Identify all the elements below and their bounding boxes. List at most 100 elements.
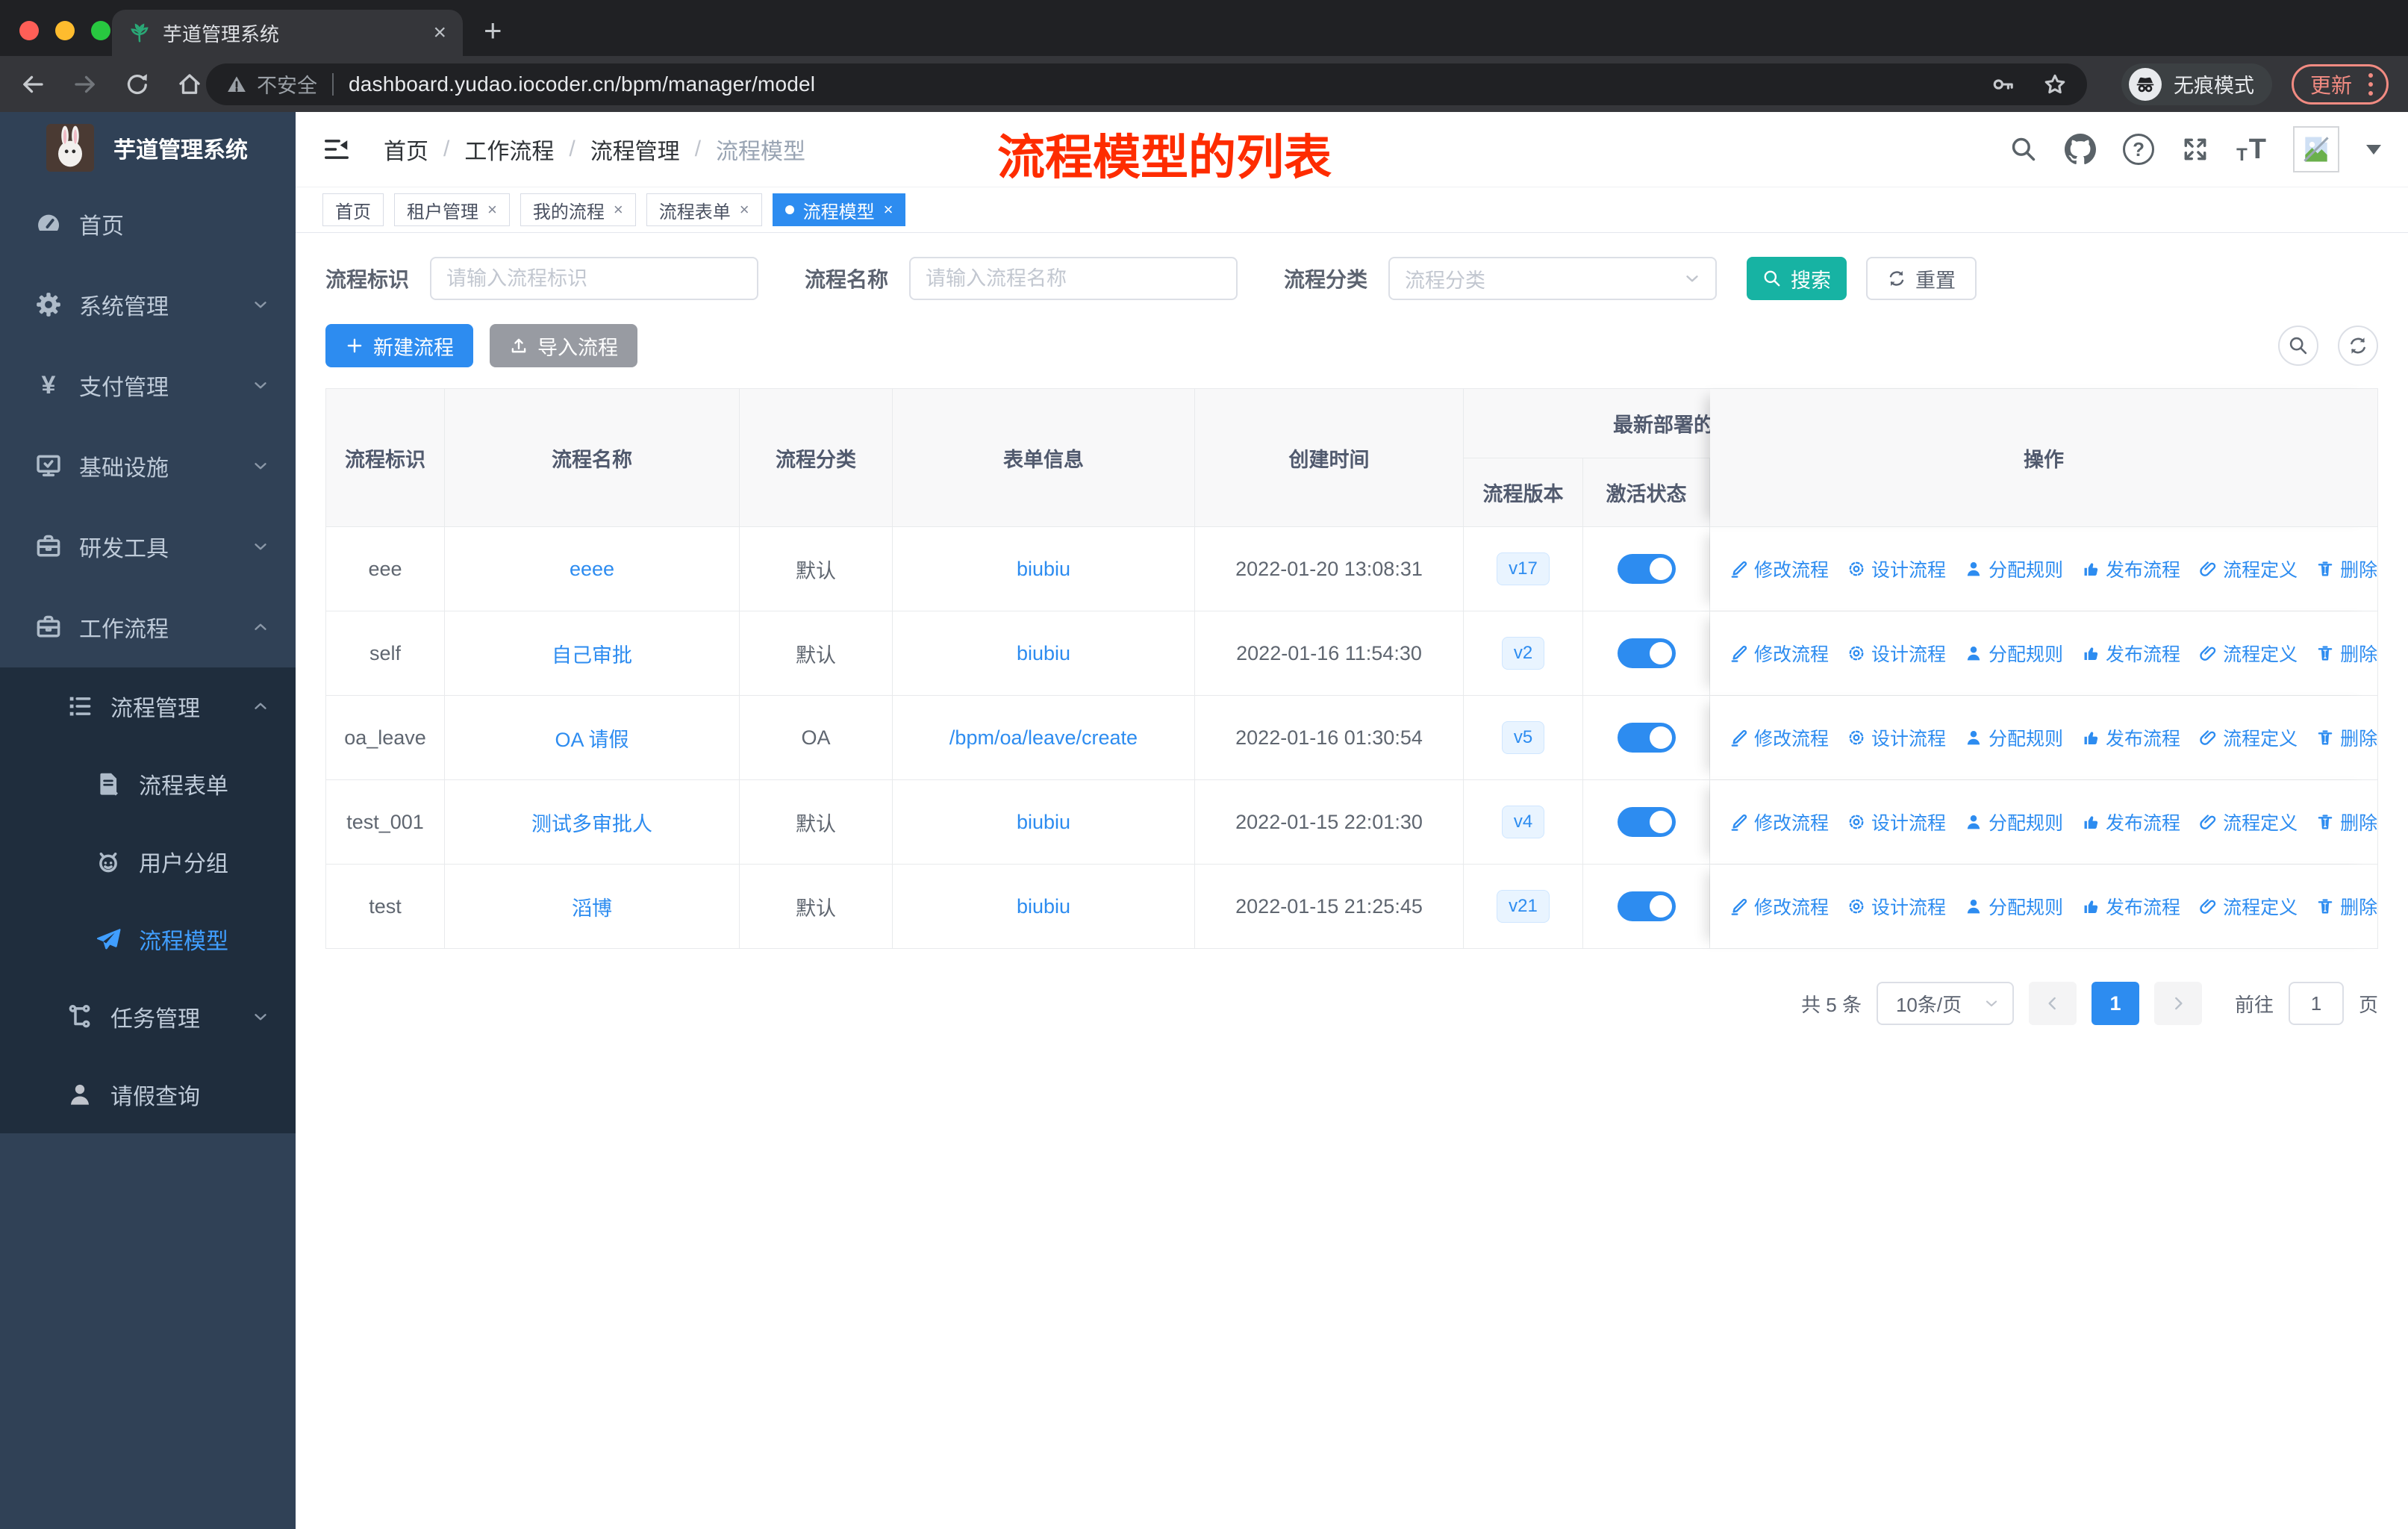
import-process-button[interactable]: 导入流程 (490, 324, 637, 367)
url-bar[interactable]: 不安全 dashboard.yudao.iocoder.cn/bpm/manag… (206, 63, 2087, 105)
modify-process-link[interactable]: 修改流程 (1729, 724, 1829, 751)
process-definition-link[interactable]: 流程定义 (2198, 809, 2298, 835)
close-icon[interactable]: × (884, 200, 893, 219)
assign-rule-link[interactable]: 分配规则 (1964, 809, 2063, 835)
avatar-caret-icon[interactable] (2366, 144, 2381, 155)
prev-page-button[interactable] (2028, 982, 2077, 1025)
design-process-link[interactable]: 设计流程 (1847, 640, 1946, 667)
search-button[interactable]: 搜索 (1747, 257, 1847, 300)
bookmark-star-icon[interactable] (2042, 72, 2068, 97)
github-icon[interactable] (2065, 134, 2096, 165)
reset-button[interactable]: 重置 (1866, 257, 1977, 300)
process-key-input[interactable] (430, 257, 759, 300)
avatar[interactable] (2293, 126, 2339, 172)
breadcrumb-process-management[interactable]: 流程管理 (590, 133, 680, 166)
status-toggle[interactable] (1617, 554, 1676, 584)
refresh-table-button[interactable] (2338, 326, 2378, 366)
status-toggle[interactable] (1617, 723, 1676, 753)
help-icon[interactable]: ? (2123, 134, 2155, 165)
page-1-button[interactable]: 1 (2091, 982, 2139, 1025)
assign-rule-link[interactable]: 分配规则 (1964, 555, 2063, 582)
delete-link[interactable]: 删除 (2315, 893, 2377, 920)
tag-my-process[interactable]: 我的流程 × (520, 193, 636, 226)
key-icon[interactable] (1990, 72, 2015, 97)
process-name-link[interactable]: 测试多审批人 (531, 808, 652, 837)
sidebar-item-infra[interactable]: 基础设施 (0, 426, 296, 506)
close-icon[interactable]: × (740, 200, 749, 219)
delete-link[interactable]: 删除 (2315, 809, 2377, 835)
process-definition-link[interactable]: 流程定义 (2198, 893, 2298, 920)
search-icon[interactable] (2009, 135, 2038, 164)
window-zoom-button[interactable] (91, 21, 110, 40)
delete-link[interactable]: 删除 (2315, 724, 2377, 751)
modify-process-link[interactable]: 修改流程 (1729, 809, 1829, 835)
sidebar-item-user-group[interactable]: 用户分组 (0, 823, 296, 900)
close-icon[interactable]: × (487, 200, 497, 219)
close-icon[interactable]: × (614, 200, 623, 219)
form-info-link[interactable]: biubiu (1017, 642, 1070, 665)
process-name-link[interactable]: 滔博 (572, 892, 612, 921)
publish-process-link[interactable]: 发布流程 (2081, 555, 2180, 582)
process-name-input[interactable] (909, 257, 1238, 300)
sidebar-item-home[interactable]: 首页 (0, 184, 296, 264)
modify-process-link[interactable]: 修改流程 (1729, 555, 1829, 582)
sidebar-item-process-management[interactable]: 流程管理 (0, 667, 296, 745)
status-toggle[interactable] (1617, 891, 1676, 921)
form-info-link[interactable]: /bpm/oa/leave/create (949, 726, 1138, 750)
process-definition-link[interactable]: 流程定义 (2198, 555, 2298, 582)
page-size-select[interactable]: 10条/页 (1876, 982, 2014, 1025)
new-tab-button[interactable]: + (484, 13, 502, 49)
sidebar-item-devtools[interactable]: 研发工具 (0, 506, 296, 587)
process-definition-link[interactable]: 流程定义 (2198, 640, 2298, 667)
modify-process-link[interactable]: 修改流程 (1729, 640, 1829, 667)
process-name-link[interactable]: OA 请假 (555, 723, 628, 753)
font-size-icon[interactable]: TT (2236, 134, 2266, 166)
assign-rule-link[interactable]: 分配规则 (1964, 893, 2063, 920)
design-process-link[interactable]: 设计流程 (1847, 724, 1946, 751)
next-page-button[interactable] (2153, 982, 2202, 1025)
kebab-menu-icon[interactable] (2368, 72, 2373, 96)
fullscreen-icon[interactable] (2181, 135, 2209, 164)
process-category-select[interactable]: 流程分类 (1388, 257, 1718, 300)
create-process-button[interactable]: 新建流程 (325, 324, 473, 367)
breadcrumb-workflow[interactable]: 工作流程 (464, 133, 554, 166)
publish-process-link[interactable]: 发布流程 (2081, 893, 2180, 920)
tag-tenant[interactable]: 租户管理 × (394, 193, 510, 226)
tag-home[interactable]: 首页 (322, 193, 384, 226)
tab-close-icon[interactable]: × (433, 22, 446, 44)
sidebar-item-process-model[interactable]: 流程模型 (0, 900, 296, 978)
home-icon[interactable] (176, 71, 203, 98)
sidebar-fold-icon[interactable] (322, 135, 351, 164)
status-toggle[interactable] (1617, 638, 1676, 668)
window-minimize-button[interactable] (55, 21, 75, 40)
sidebar-item-payment[interactable]: ¥ 支付管理 (0, 345, 296, 426)
back-icon[interactable] (19, 71, 46, 98)
window-controls[interactable] (19, 21, 110, 40)
design-process-link[interactable]: 设计流程 (1847, 809, 1946, 835)
breadcrumb-home[interactable]: 首页 (384, 133, 428, 166)
process-name-link[interactable]: eeee (570, 558, 614, 581)
tag-process-model[interactable]: 流程模型 × (772, 193, 906, 226)
browser-tab[interactable]: 芋道管理系统 × (112, 10, 463, 56)
design-process-link[interactable]: 设计流程 (1847, 893, 1946, 920)
assign-rule-link[interactable]: 分配规则 (1964, 640, 2063, 667)
form-info-link[interactable]: biubiu (1017, 558, 1070, 581)
goto-page-input[interactable] (2288, 982, 2344, 1025)
design-process-link[interactable]: 设计流程 (1847, 555, 1946, 582)
process-definition-link[interactable]: 流程定义 (2198, 724, 2298, 751)
assign-rule-link[interactable]: 分配规则 (1964, 724, 2063, 751)
publish-process-link[interactable]: 发布流程 (2081, 724, 2180, 751)
process-name-link[interactable]: 自己审批 (552, 639, 632, 668)
window-close-button[interactable] (19, 21, 39, 40)
sidebar-item-process-form[interactable]: 流程表单 (0, 745, 296, 823)
delete-link[interactable]: 删除 (2315, 555, 2377, 582)
update-menu-button[interactable]: 更新 (2291, 63, 2389, 105)
publish-process-link[interactable]: 发布流程 (2081, 809, 2180, 835)
forward-icon[interactable] (72, 71, 99, 98)
sidebar-item-leave-query[interactable]: 请假查询 (0, 1056, 296, 1133)
tag-process-form[interactable]: 流程表单 × (646, 193, 762, 226)
toggle-search-button[interactable] (2278, 326, 2318, 366)
sidebar-item-system[interactable]: 系统管理 (0, 264, 296, 345)
publish-process-link[interactable]: 发布流程 (2081, 640, 2180, 667)
form-info-link[interactable]: biubiu (1017, 895, 1070, 918)
